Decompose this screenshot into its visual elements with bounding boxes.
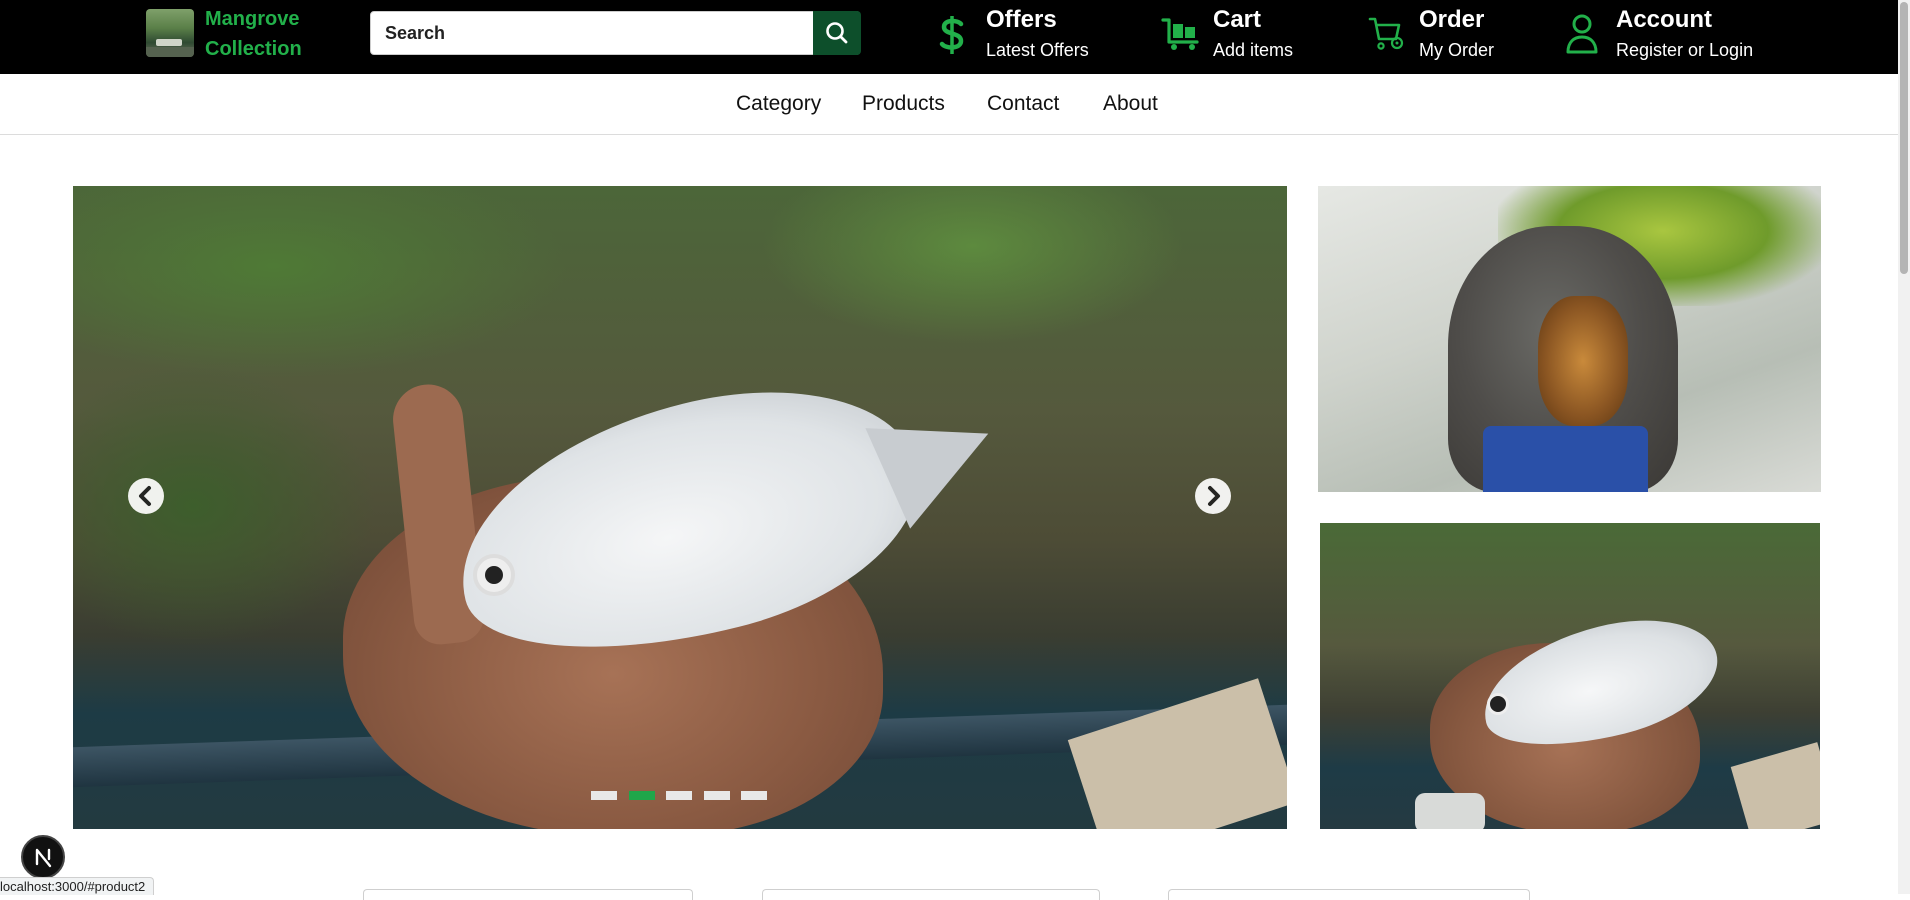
brand-logo[interactable]: [146, 9, 194, 57]
nav-account[interactable]: Account Register or Login: [1562, 0, 1762, 74]
scrollbar-thumb[interactable]: [1900, 2, 1908, 274]
carousel-prev-button[interactable]: [128, 478, 164, 514]
user-icon: [1566, 14, 1598, 54]
nav-account-subtitle: Register or Login: [1616, 40, 1754, 60]
search-button[interactable]: [813, 11, 861, 55]
carousel-indicator-active[interactable]: [629, 791, 655, 800]
product-card[interactable]: [363, 889, 693, 900]
carousel-indicator[interactable]: [666, 791, 692, 800]
nav-order-title: Order: [1419, 6, 1485, 33]
nextjs-logo-icon: [35, 848, 52, 868]
search-icon: [826, 22, 848, 44]
carousel-indicator[interactable]: [591, 791, 617, 800]
product-card[interactable]: [1168, 889, 1530, 900]
nav-order-subtitle: My Order: [1419, 40, 1495, 60]
side-image-fish[interactable]: [1320, 523, 1820, 829]
top-header: Mangrove Collection Offers Latest Offers: [0, 0, 1898, 74]
carousel-slide-image: [73, 186, 1287, 829]
carousel-indicator[interactable]: [741, 791, 767, 800]
search-bar: [370, 11, 861, 55]
chevron-right-icon: [1196, 479, 1230, 513]
main-nav: Category Products Contact About: [0, 74, 1898, 135]
nav-offers[interactable]: Offers Latest Offers: [930, 0, 1100, 74]
nav-order[interactable]: Order My Order: [1368, 0, 1508, 74]
nav-cart-title: Cart: [1213, 6, 1262, 33]
brand-name-line1: Mangrove: [205, 8, 300, 30]
search-input[interactable]: [371, 12, 811, 54]
nav-offers-title: Offers: [986, 6, 1057, 33]
page-scrollbar[interactable]: [1898, 0, 1910, 894]
nav-account-title: Account: [1616, 6, 1712, 33]
dollar-icon: [939, 16, 964, 54]
brand-name-line2: Collection: [205, 38, 302, 60]
cart-icon: [1161, 18, 1199, 50]
nav-link-about[interactable]: About: [1103, 92, 1158, 116]
nav-cart-subtitle: Add items: [1213, 40, 1294, 60]
nav-link-category[interactable]: Category: [736, 92, 821, 116]
nav-offers-subtitle: Latest Offers: [986, 40, 1089, 60]
nextjs-dev-badge[interactable]: [21, 835, 65, 879]
status-bar-url: localhost:3000/#product2: [0, 877, 155, 895]
side-image-honey-collector[interactable]: [1318, 186, 1821, 492]
product-card[interactable]: [762, 889, 1100, 900]
carousel-next-button[interactable]: [1195, 478, 1231, 514]
nav-link-products[interactable]: Products: [862, 92, 945, 116]
order-cart-icon: [1368, 17, 1404, 50]
hero-carousel[interactable]: [73, 186, 1287, 829]
chevron-left-icon: [129, 479, 163, 513]
brand-name[interactable]: Mangrove Collection: [205, 4, 325, 64]
nav-cart[interactable]: Cart Add items: [1160, 0, 1310, 74]
carousel-indicator[interactable]: [704, 791, 730, 800]
nav-link-contact[interactable]: Contact: [987, 92, 1059, 116]
